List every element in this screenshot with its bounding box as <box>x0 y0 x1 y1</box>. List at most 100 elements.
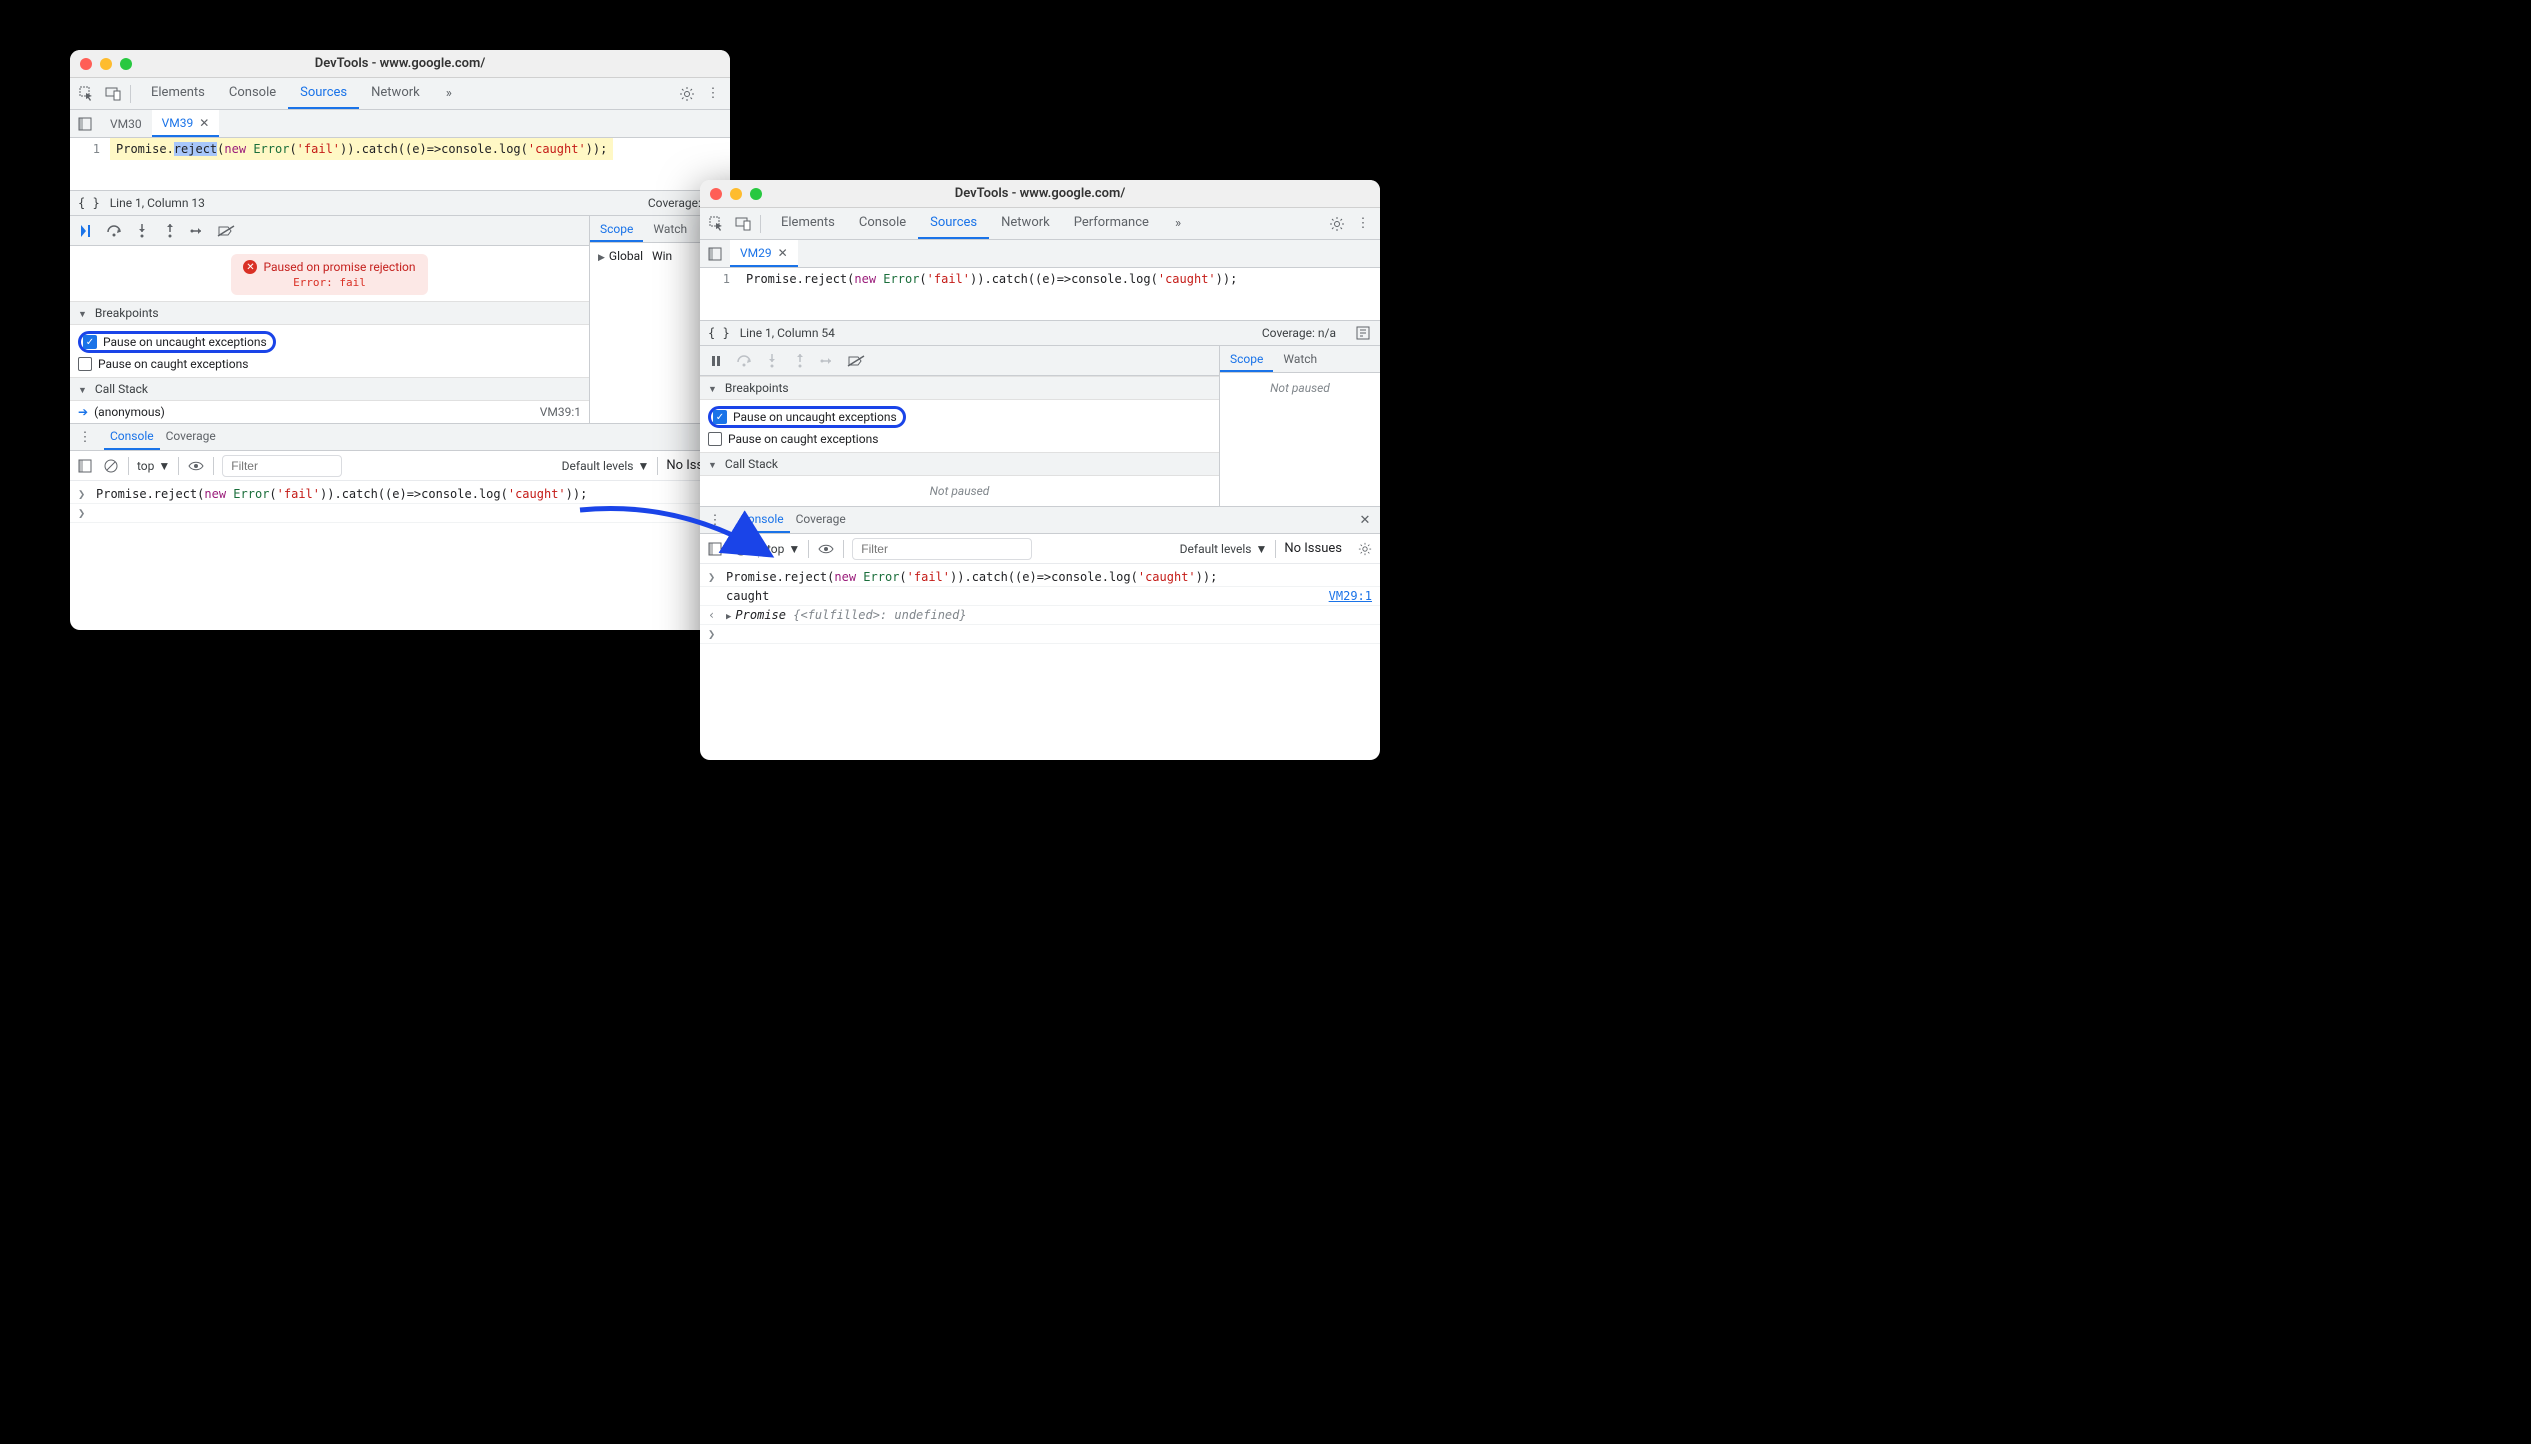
main-toolbar: ElementsConsoleSourcesNetwork » <box>70 78 730 110</box>
step-into-icon[interactable] <box>132 221 152 241</box>
code-editor[interactable]: 1 Promise.reject(new Error('fail')).catc… <box>70 138 730 160</box>
pause-uncaught-checkbox[interactable]: ✓ <box>83 335 97 349</box>
source-map-icon[interactable] <box>1354 324 1372 342</box>
devtools-window-right: DevTools - www.google.com/ ElementsConso… <box>700 180 1380 760</box>
inspect-element-icon[interactable] <box>708 215 726 233</box>
drawer-tab-coverage[interactable]: Coverage <box>160 424 222 450</box>
more-options-icon[interactable] <box>704 85 722 103</box>
console-row[interactable]: ❯Promise.reject(new Error('fail')).catch… <box>70 485 730 504</box>
panel-tab-sources[interactable]: Sources <box>918 208 989 239</box>
panel-tab-network[interactable]: Network <box>359 78 432 109</box>
panel-tab-sources[interactable]: Sources <box>288 78 359 109</box>
live-expression-icon[interactable] <box>187 457 205 475</box>
console-filter-input[interactable] <box>222 455 342 477</box>
panel-tab-elements[interactable]: Elements <box>769 208 847 239</box>
step-over-icon[interactable] <box>104 221 124 241</box>
callstack-header[interactable]: Call Stack <box>70 377 589 401</box>
drawer-tab-console[interactable]: Console <box>734 507 790 533</box>
editor-status-bar: { } Line 1, Column 54 Coverage: n/a <box>700 320 1380 346</box>
show-navigator-icon[interactable] <box>76 115 94 133</box>
console-prompt[interactable]: ❯ <box>700 625 1380 644</box>
file-tab[interactable]: VM39✕ <box>152 110 220 137</box>
settings-gear-icon[interactable] <box>678 85 696 103</box>
console-source-link[interactable]: VM29:1 <box>1329 589 1372 603</box>
drawer-tab-coverage[interactable]: Coverage <box>790 507 852 533</box>
more-options-icon[interactable] <box>1354 215 1372 233</box>
issues-label[interactable]: No Issues <box>1284 541 1342 556</box>
panel-tab-console[interactable]: Console <box>217 78 288 109</box>
code-line[interactable]: Promise.reject(new Error('fail')).catch(… <box>110 138 613 160</box>
scope-tab-scope[interactable]: Scope <box>590 216 643 242</box>
zoom-window-button[interactable] <box>120 58 132 70</box>
line-number: 1 <box>700 272 730 286</box>
minimize-window-button[interactable] <box>100 58 112 70</box>
callstack-header[interactable]: Call Stack <box>700 452 1219 476</box>
breakpoints-header[interactable]: Breakpoints <box>700 376 1219 400</box>
show-navigator-icon[interactable] <box>706 245 724 263</box>
file-tab[interactable]: VM29✕ <box>730 240 798 267</box>
more-panels-button[interactable]: » <box>440 86 458 101</box>
console-filter-input[interactable] <box>852 538 1032 560</box>
close-file-tab-icon[interactable]: ✕ <box>199 116 209 130</box>
settings-gear-icon[interactable] <box>1328 215 1346 233</box>
cursor-position: Line 1, Column 54 <box>740 326 835 340</box>
pause-icon[interactable] <box>706 351 726 371</box>
console-row[interactable]: ❯Promise.reject(new Error('fail')).catch… <box>700 568 1380 587</box>
console-output[interactable]: ❯Promise.reject(new Error('fail')).catch… <box>700 564 1380 648</box>
deactivate-breakpoints-icon[interactable] <box>846 351 866 371</box>
console-prompt[interactable]: ❯ <box>70 504 730 523</box>
code-line[interactable]: Promise.reject(new Error('fail')).catch(… <box>740 268 1243 290</box>
scope-tab-scope[interactable]: Scope <box>1220 346 1273 372</box>
panel-tab-performance[interactable]: Performance <box>1062 208 1161 239</box>
close-window-button[interactable] <box>80 58 92 70</box>
clear-console-icon[interactable] <box>732 540 750 558</box>
file-tab[interactable]: VM30 <box>100 110 152 137</box>
pause-caught-checkbox[interactable] <box>708 432 722 446</box>
panel-tab-network[interactable]: Network <box>989 208 1062 239</box>
clear-console-icon[interactable] <box>102 457 120 475</box>
console-row[interactable]: ‹Promise {<fulfilled>: undefined} <box>700 606 1380 625</box>
callstack-frame[interactable]: ➔(anonymous) VM39:1 <box>70 401 589 423</box>
zoom-window-button[interactable] <box>750 188 762 200</box>
context-selector[interactable]: top ▼ <box>137 459 170 473</box>
drawer-more-icon[interactable] <box>706 511 724 529</box>
log-levels-selector[interactable]: Default levels ▼ <box>1180 542 1268 556</box>
live-expression-icon[interactable] <box>817 540 835 558</box>
inspect-element-icon[interactable] <box>78 85 96 103</box>
minimize-window-button[interactable] <box>730 188 742 200</box>
scope-tab-watch[interactable]: Watch <box>643 216 697 242</box>
show-console-sidebar-icon[interactable] <box>76 457 94 475</box>
log-levels-selector[interactable]: Default levels ▼ <box>562 459 650 473</box>
close-window-button[interactable] <box>710 188 722 200</box>
device-toolbar-icon[interactable] <box>104 85 122 103</box>
drawer-more-icon[interactable] <box>76 428 94 446</box>
panel-tab-console[interactable]: Console <box>847 208 918 239</box>
show-console-sidebar-icon[interactable] <box>706 540 724 558</box>
editor-status-bar: { } Line 1, Column 13 Coverage: n/a <box>70 190 730 216</box>
console-row[interactable]: caughtVM29:1 <box>700 587 1380 606</box>
breakpoints-header[interactable]: Breakpoints <box>70 301 589 325</box>
console-settings-gear-icon[interactable] <box>1356 540 1374 558</box>
step-into-icon <box>762 351 782 371</box>
more-panels-button[interactable]: » <box>1169 216 1187 231</box>
console-output[interactable]: ❯Promise.reject(new Error('fail')).catch… <box>70 481 730 527</box>
window-title: DevTools - www.google.com/ <box>955 186 1126 201</box>
code-editor[interactable]: 1 Promise.reject(new Error('fail')).catc… <box>700 268 1380 290</box>
panel-tab-elements[interactable]: Elements <box>139 78 217 109</box>
resume-icon[interactable] <box>76 221 96 241</box>
close-file-tab-icon[interactable]: ✕ <box>778 246 788 260</box>
drawer-tab-console[interactable]: Console <box>104 424 160 450</box>
step-out-icon[interactable] <box>160 221 180 241</box>
traffic-lights <box>80 58 132 70</box>
device-toolbar-icon[interactable] <box>734 215 752 233</box>
pretty-print-icon[interactable]: { } <box>708 326 730 340</box>
deactivate-breakpoints-icon[interactable] <box>216 221 236 241</box>
pretty-print-icon[interactable]: { } <box>78 196 100 210</box>
pause-uncaught-checkbox[interactable]: ✓ <box>713 410 727 424</box>
step-icon[interactable] <box>188 221 208 241</box>
close-drawer-icon[interactable]: ✕ <box>1356 511 1374 529</box>
debugger-controls <box>700 346 1219 376</box>
pause-caught-checkbox[interactable] <box>78 357 92 371</box>
context-selector[interactable]: top ▼ <box>767 542 800 556</box>
scope-tab-watch[interactable]: Watch <box>1273 346 1327 372</box>
